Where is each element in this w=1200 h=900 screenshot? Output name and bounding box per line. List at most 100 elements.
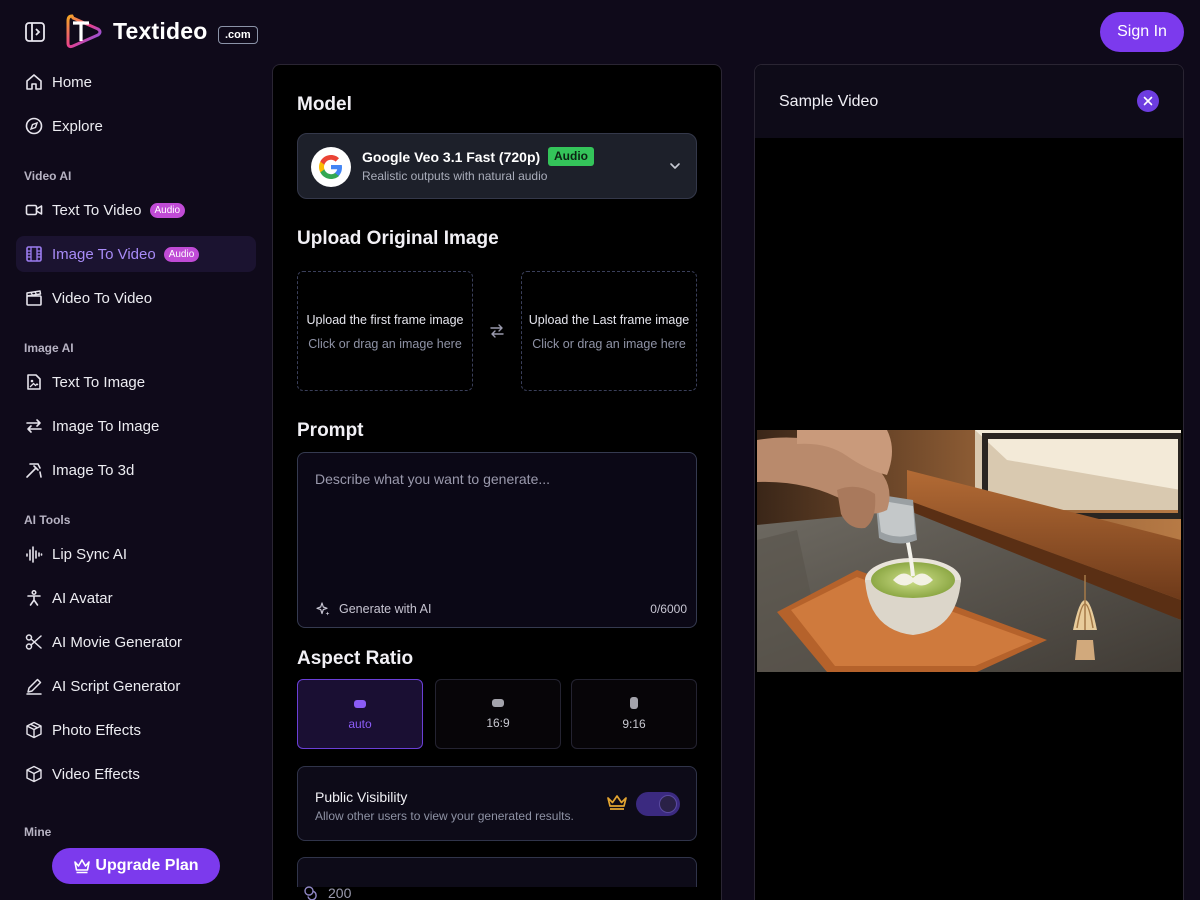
public-visibility-toggle[interactable]	[636, 792, 680, 816]
section-title-ai-tools: AI Tools	[24, 513, 71, 527]
sidebar-item-label: Explore	[52, 117, 103, 135]
toggle-knob	[659, 795, 677, 813]
model-description: Realistic outputs with natural audio	[362, 169, 548, 183]
image-file-icon	[24, 372, 44, 392]
box-icon	[24, 764, 44, 784]
sidebar-item-label: Home	[52, 73, 93, 91]
prompt-heading: Prompt	[297, 420, 364, 441]
generation-form: Model Google Veo 3.1 Fast (720p) Audio R…	[272, 64, 722, 900]
crown-icon	[74, 859, 91, 874]
top-bar: Textideo .com Sign In	[0, 0, 1200, 64]
upload-first-title: Upload the first frame image	[306, 313, 464, 327]
sidebar-item-video-to-video[interactable]: Video To Video	[16, 280, 256, 316]
matcha-latte-video-frame	[757, 430, 1181, 672]
ratio-9-16-shape	[630, 697, 638, 709]
aspect-option-auto[interactable]: auto	[297, 679, 423, 749]
public-visibility-card: Public Visibility Allow other users to v…	[297, 766, 697, 841]
sidebar-item-ai-movie-generator[interactable]: AI Movie Generator	[16, 624, 256, 660]
logo-icon[interactable]	[66, 12, 102, 52]
sidebar-item-text-to-video[interactable]: Text To Video Audio	[16, 192, 256, 228]
upload-first-hint: Click or drag an image here	[308, 337, 462, 351]
sidebar: Home Explore Video AI Text To Video Audi…	[0, 64, 272, 900]
generate-with-ai-label: Generate with AI	[339, 602, 432, 616]
sidebar-toggle-icon[interactable]	[24, 21, 46, 43]
sidebar-item-label: Video To Video	[52, 289, 153, 307]
credits-cost: 200	[303, 885, 351, 900]
upload-last-frame[interactable]: Upload the Last frame image Click or dra…	[521, 271, 697, 391]
sidebar-item-lip-sync-ai[interactable]: Lip Sync AI	[16, 536, 256, 572]
sidebar-item-explore[interactable]: Explore	[16, 108, 256, 144]
aspect-ratio-heading: Aspect Ratio	[297, 648, 414, 669]
sidebar-item-image-to-image[interactable]: Image To Image	[16, 408, 256, 444]
sample-video-header: Sample Video	[755, 65, 1183, 138]
chevron-down-icon	[670, 163, 680, 169]
audio-pill: Audio	[163, 246, 200, 262]
sparkle-icon	[316, 602, 330, 616]
aspect-option-9-16[interactable]: 9:16	[571, 679, 697, 749]
char-counter: 0/6000	[650, 602, 687, 616]
sidebar-item-label: Text To Image	[52, 373, 146, 391]
aspect-option-16-9[interactable]: 16:9	[435, 679, 561, 749]
compass-icon	[24, 116, 44, 136]
sidebar-item-video-effects[interactable]: Video Effects	[16, 756, 256, 792]
public-visibility-description: Allow other users to view your generated…	[315, 809, 574, 823]
generate-card	[297, 857, 697, 887]
sidebar-item-label: Text To Video	[52, 201, 142, 219]
home-icon	[24, 72, 44, 92]
section-title-image-ai: Image AI	[24, 341, 74, 355]
sample-video-title: Sample Video	[779, 93, 879, 110]
wand-icon	[24, 460, 44, 480]
crown-icon	[607, 795, 627, 810]
clapperboard-icon	[24, 288, 44, 308]
section-title-video-ai: Video AI	[24, 169, 72, 183]
sidebar-item-text-to-image[interactable]: Text To Image	[16, 364, 256, 400]
model-heading: Model	[297, 94, 352, 115]
sidebar-item-ai-avatar[interactable]: AI Avatar	[16, 580, 256, 616]
ratio-auto-shape	[354, 700, 366, 708]
sidebar-item-image-to-video[interactable]: Image To Video Audio	[16, 236, 256, 272]
upload-heading: Upload Original Image	[297, 228, 499, 249]
public-visibility-title: Public Visibility	[315, 789, 408, 805]
model-select[interactable]: Google Veo 3.1 Fast (720p) Audio Realist…	[297, 133, 697, 199]
model-name: Google Veo 3.1 Fast (720p)	[362, 149, 541, 165]
sidebar-item-label: Image To Video	[52, 245, 156, 263]
sidebar-item-ai-script-generator[interactable]: AI Script Generator	[16, 668, 256, 704]
video-camera-icon	[24, 200, 44, 220]
sidebar-item-photo-effects[interactable]: Photo Effects	[16, 712, 256, 748]
upload-last-title: Upload the Last frame image	[528, 313, 690, 327]
person-icon	[24, 588, 44, 608]
sidebar-item-image-to-3d[interactable]: Image To 3d	[16, 452, 256, 488]
film-icon	[24, 244, 44, 264]
generate-with-ai-button[interactable]: Generate with AI	[315, 601, 431, 617]
sign-in-button[interactable]: Sign In	[1100, 12, 1184, 52]
aspect-option-label: 9:16	[622, 717, 646, 731]
sample-video-panel: Sample Video	[754, 64, 1184, 900]
prompt-box: Generate with AI 0/6000	[297, 452, 697, 628]
sidebar-item-label: Photo Effects	[52, 721, 141, 739]
swap-arrows-icon	[24, 416, 44, 436]
audio-wave-icon	[24, 544, 44, 564]
credits-value: 200	[328, 885, 352, 900]
brand-tld: .com	[218, 26, 258, 44]
sidebar-item-label: Image To Image	[52, 417, 160, 435]
sidebar-item-label: AI Movie Generator	[52, 633, 183, 651]
sidebar-item-home[interactable]: Home	[16, 64, 256, 100]
sample-video-player[interactable]	[757, 430, 1181, 672]
swap-frames-icon[interactable]	[489, 323, 505, 339]
sidebar-item-label: AI Script Generator	[52, 677, 181, 695]
upgrade-plan-button[interactable]: Upgrade Plan	[52, 848, 220, 884]
sidebar-item-label: AI Avatar	[52, 589, 113, 607]
close-icon	[1143, 96, 1153, 106]
aspect-option-label: 16:9	[486, 716, 510, 730]
sidebar-item-label: Image To 3d	[52, 461, 135, 479]
close-sample-button[interactable]	[1137, 90, 1159, 112]
google-logo-icon	[311, 147, 351, 187]
prompt-input[interactable]	[298, 453, 696, 583]
upload-last-hint: Click or drag an image here	[532, 337, 686, 351]
upload-first-frame[interactable]: Upload the first frame image Click or dr…	[297, 271, 473, 391]
upgrade-plan-label: Upgrade Plan	[95, 857, 199, 874]
sidebar-item-label: Lip Sync AI	[52, 545, 128, 563]
brand-name[interactable]: Textideo	[113, 18, 207, 45]
audio-badge: Audio	[548, 147, 594, 166]
box-icon	[24, 720, 44, 740]
